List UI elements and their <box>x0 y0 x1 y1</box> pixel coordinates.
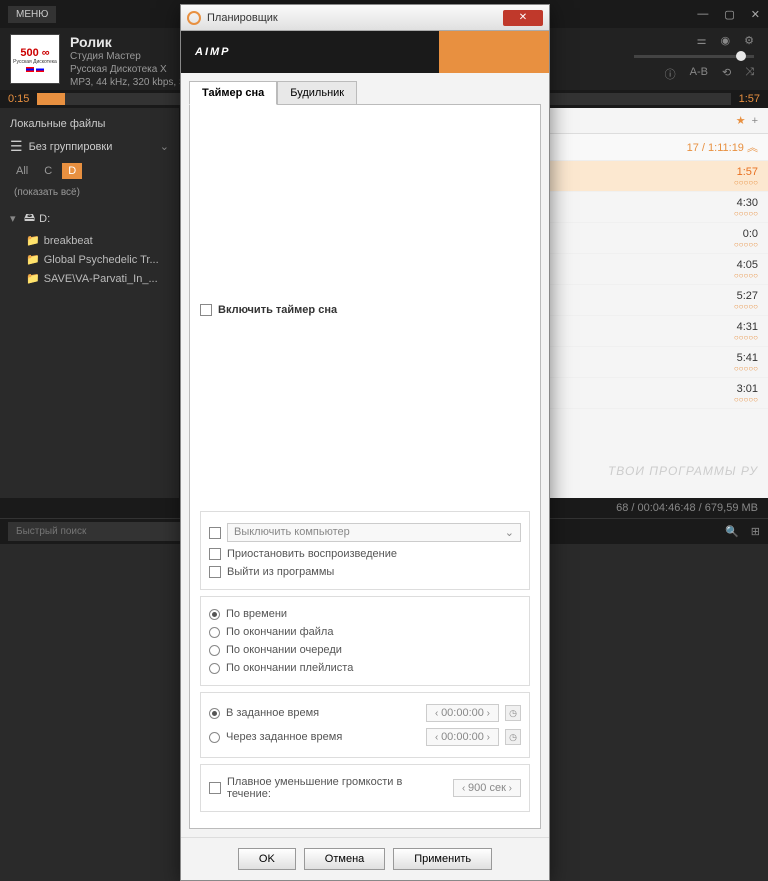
ab-repeat[interactable]: A-B <box>690 66 708 82</box>
star-icon[interactable]: ★ <box>736 114 746 127</box>
filter-d[interactable]: D <box>62 163 82 179</box>
tree-folder-gpt[interactable]: 📁Global Psychedelic Tr... <box>6 250 173 269</box>
time-duration: 1:57 <box>739 93 760 105</box>
timing-endplaylist[interactable]: По окончании плейлиста <box>209 659 521 677</box>
dialog-title: Планировщик <box>207 12 497 24</box>
cancel-button[interactable]: Отмена <box>304 848 385 870</box>
dialog-close-button[interactable]: ✕ <box>503 10 543 26</box>
enable-sleep-checkbox[interactable]: Включить таймер сна <box>200 115 530 505</box>
set-time-at[interactable]: В заданное время‹ 00:00:00 ›◷ <box>209 701 521 725</box>
chevron-down-icon: ⌄ <box>505 526 514 539</box>
group-meta: 17 / 1:11:19 ︽ <box>687 139 758 155</box>
collapse-icon[interactable]: ︽ <box>747 142 758 154</box>
time-at-input[interactable]: ‹ 00:00:00 › <box>426 704 499 722</box>
folder-icon: 📁 <box>26 234 40 247</box>
playlist-status: 68 / 00:04:46:48 / 679,59 MB <box>616 502 758 514</box>
scheduler-dialog: Планировщик ✕ AIMP ››› Таймер сна Будиль… <box>180 4 550 881</box>
menu-button[interactable]: МЕНЮ <box>8 6 56 23</box>
show-all-link[interactable]: (показать всё) <box>6 183 173 202</box>
maximize-icon[interactable]: ▢ <box>724 8 734 21</box>
clock-icon[interactable]: ◷ <box>505 705 521 721</box>
settings-icon[interactable]: ⚙ <box>744 34 754 47</box>
watermark: ТВОИ ПРОГРАММЫ РУ <box>608 464 758 478</box>
info-icon[interactable]: ⓘ <box>665 66 676 82</box>
filter-c[interactable]: C <box>38 163 58 179</box>
grouping-selector[interactable]: ☰ Без группировки ⌄ <box>6 134 173 159</box>
folder-icon: 📁 <box>26 272 40 285</box>
timing-endfile[interactable]: По окончании файла <box>209 623 521 641</box>
album-art: 500 ∞ Русская Дискотека <box>10 34 60 84</box>
search-icon[interactable]: 🔍 <box>725 525 739 538</box>
visual-icon[interactable]: ◉ <box>721 34 731 47</box>
search-input[interactable] <box>8 522 188 541</box>
clock-icon[interactable]: ◷ <box>505 729 521 745</box>
tree-folder-save[interactable]: 📁SAVE\VA-Parvati_In_... <box>6 269 173 288</box>
chevron-down-icon: ⌄ <box>160 140 169 153</box>
tab-alarm[interactable]: Будильник <box>277 81 357 105</box>
drive-icon: 🖴 <box>24 209 35 228</box>
shuffle-icon[interactable]: ⤨ <box>745 66 754 82</box>
sidebar-title: Локальные файлы <box>6 114 173 134</box>
timing-endqueue[interactable]: По окончании очереди <box>209 641 521 659</box>
tab-sleep-timer[interactable]: Таймер сна <box>189 81 277 105</box>
minimize-icon[interactable]: — <box>697 8 708 21</box>
manage-icon[interactable]: ⊞ <box>751 525 760 538</box>
equalizer-icon[interactable]: ⚌ <box>697 34 707 47</box>
hamburger-icon: ☰ <box>10 138 23 155</box>
tree-folder-breakbeat[interactable]: 📁breakbeat <box>6 231 173 250</box>
fade-checkbox[interactable]: Плавное уменьшение громкости в течение:‹… <box>209 773 521 803</box>
close-icon[interactable]: ✕ <box>751 8 760 21</box>
time-position: 0:15 <box>8 93 29 105</box>
filter-all[interactable]: All <box>10 163 34 179</box>
repeat-icon[interactable]: ⟲ <box>722 66 731 82</box>
action-pause[interactable]: Приостановить воспроизведение <box>209 545 521 563</box>
set-time-after[interactable]: Через заданное время‹ 00:00:00 ›◷ <box>209 725 521 749</box>
fade-duration-input[interactable]: ‹ 900 сек › <box>453 779 521 797</box>
folder-icon: 📁 <box>26 253 40 266</box>
brand-text: AIMP <box>195 46 231 58</box>
add-tab-icon[interactable]: + <box>752 115 758 127</box>
action-exit[interactable]: Выйти из программы <box>209 563 521 581</box>
tree-drive-d[interactable]: ▾🖴D: <box>6 206 173 231</box>
timing-bytime[interactable]: По времени <box>209 605 521 623</box>
aimp-logo-icon <box>187 11 201 25</box>
volume-slider[interactable] <box>634 55 754 58</box>
ok-button[interactable]: OK <box>238 848 296 870</box>
apply-button[interactable]: Применить <box>393 848 492 870</box>
time-after-input[interactable]: ‹ 00:00:00 › <box>426 728 499 746</box>
grouping-label: Без группировки <box>29 141 113 153</box>
